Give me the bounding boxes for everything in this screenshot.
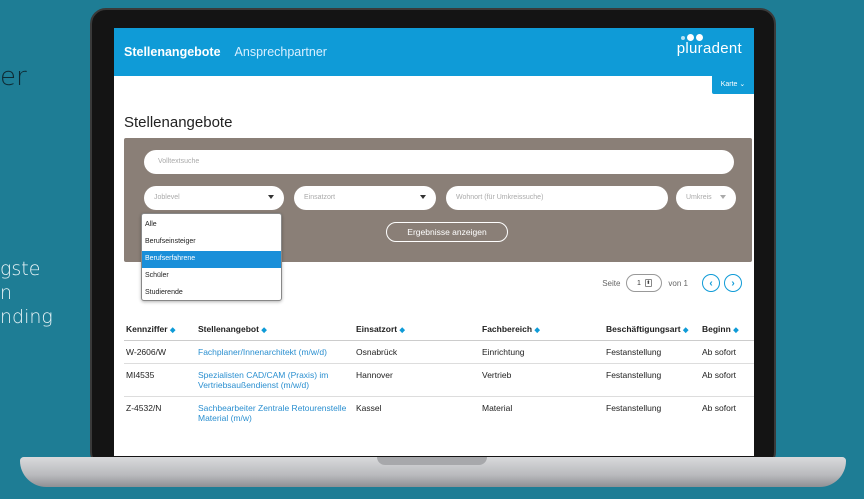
cell-art: Festanstellung <box>604 363 700 397</box>
laptop-notch <box>377 457 487 465</box>
side-heading: er <box>0 62 27 92</box>
chevron-right-icon: › <box>731 277 735 289</box>
cell-beginn: Ab sofort <box>700 340 754 364</box>
option-alle[interactable]: Alle <box>142 217 281 234</box>
cell-ort: Kassel <box>354 396 480 429</box>
sort-icon: ◆ <box>261 327 267 334</box>
col-fachbereich[interactable]: Fachbereich ◆ <box>480 320 604 341</box>
cell-id: W-2606/W <box>124 340 196 364</box>
job-link[interactable]: Sachbearbeiter Zentrale Retourenstelle M… <box>196 396 354 429</box>
cell-bereich: Material <box>480 396 604 429</box>
chevron-down-icon <box>420 195 426 199</box>
umkreis-placeholder: Umkreis <box>686 194 712 201</box>
option-schueler[interactable]: Schüler <box>142 268 281 285</box>
sort-icon: ◆ <box>399 327 405 334</box>
spinner-icon[interactable]: ⬍ <box>644 279 652 287</box>
option-berufseinsteiger[interactable]: Berufseinsteiger <box>142 234 281 251</box>
chevron-down-icon <box>268 195 274 199</box>
top-navigation: Stellenangebote Ansprechpartner pluraden… <box>114 28 754 76</box>
cell-bereich: Vertrieb <box>480 363 604 397</box>
option-berufserfahrene[interactable]: Berufserfahrene <box>142 251 281 268</box>
option-studierende[interactable]: Studierende <box>142 285 281 302</box>
nav-stellenangebote[interactable]: Stellenangebote <box>124 45 221 59</box>
table-row[interactable]: Z-4532/N Sachbearbeiter Zentrale Retoure… <box>124 396 754 429</box>
cell-beginn: Ab sofort <box>700 396 754 429</box>
table-row[interactable]: W-2606/W Fachplaner/Innenarchitekt (m/w/… <box>124 340 754 364</box>
chevron-down-icon <box>720 195 726 199</box>
cell-art: Festanstellung <box>604 340 700 364</box>
col-einsatzort[interactable]: Einsatzort ◆ <box>354 320 480 341</box>
col-stellenangebot[interactable]: Stellenangebot ◆ <box>196 320 354 341</box>
page-title: Stellenangebote <box>124 114 233 131</box>
joblevel-placeholder: Joblevel <box>154 194 180 201</box>
page-prefix: Seite <box>602 278 621 288</box>
table-row[interactable]: MI4535 Spezialisten CAD/CAM (Praxis) im … <box>124 363 754 397</box>
umkreis-select[interactable]: Umkreis <box>676 186 736 210</box>
karte-button[interactable]: Karte ⌄ <box>712 74 754 94</box>
page-number-input[interactable]: 1 ⬍ <box>626 274 663 292</box>
cell-id: Z-4532/N <box>124 396 196 429</box>
joblevel-dropdown: Alle Berufseinsteiger Berufserfahrene Sc… <box>141 213 282 301</box>
col-kennziffer[interactable]: Kennziffer ◆ <box>124 320 196 341</box>
pagination: Seite 1 ⬍ von 1 ‹ › <box>602 274 742 292</box>
cell-ort: Osnabrück <box>354 340 480 364</box>
chevron-left-icon: ‹ <box>709 277 713 289</box>
cell-beginn: Ab sofort <box>700 363 754 397</box>
side-text-line-3: nding <box>0 306 53 328</box>
side-text-line-2: n <box>0 282 13 304</box>
current-page: 1 <box>636 279 641 287</box>
sort-icon: ◆ <box>534 327 540 334</box>
sort-icon: ◆ <box>683 327 689 334</box>
sort-icon: ◆ <box>169 327 176 334</box>
joblevel-select[interactable]: Joblevel <box>144 186 284 210</box>
einsatzort-select[interactable]: Einsatzort <box>294 186 436 210</box>
cell-art: Festanstellung <box>604 396 700 429</box>
page-suffix: von 1 <box>668 278 688 288</box>
cell-id: MI4535 <box>124 363 196 397</box>
browser-screen: Stellenangebote Ansprechpartner pluraden… <box>114 28 754 456</box>
wohnort-input[interactable]: Wohnort (für Umkreissuche) <box>446 186 668 210</box>
prev-page-button[interactable]: ‹ <box>702 274 720 292</box>
einsatzort-placeholder: Einsatzort <box>304 194 336 201</box>
pluradent-logo[interactable]: pluradent <box>677 34 742 57</box>
wohnort-placeholder: Wohnort (für Umkreissuche) <box>456 194 544 201</box>
logo-text: pluradent <box>676 40 742 57</box>
fulltext-search-input[interactable]: Volltextsuche <box>144 150 734 174</box>
job-link[interactable]: Spezialisten CAD/CAM (Praxis) im Vertrie… <box>196 363 354 397</box>
cell-bereich: Einrichtung <box>480 340 604 364</box>
side-text-line-1: gste <box>0 258 41 280</box>
col-beginn[interactable]: Beginn ◆ <box>700 320 754 341</box>
cell-ort: Hannover <box>354 363 480 397</box>
sort-icon: ◆ <box>733 327 739 334</box>
nav-ansprechpartner[interactable]: Ansprechpartner <box>235 45 327 59</box>
show-results-button[interactable]: Ergebnisse anzeigen <box>386 222 508 242</box>
next-page-button[interactable]: › <box>724 274 742 292</box>
col-beschaeftigungsart[interactable]: Beschäftigungsart ◆ <box>604 320 700 341</box>
job-link[interactable]: Fachplaner/Innenarchitekt (m/w/d) <box>196 340 354 364</box>
jobs-table: Kennziffer ◆ Stellenangebot ◆ Einsatzort… <box>124 320 754 429</box>
